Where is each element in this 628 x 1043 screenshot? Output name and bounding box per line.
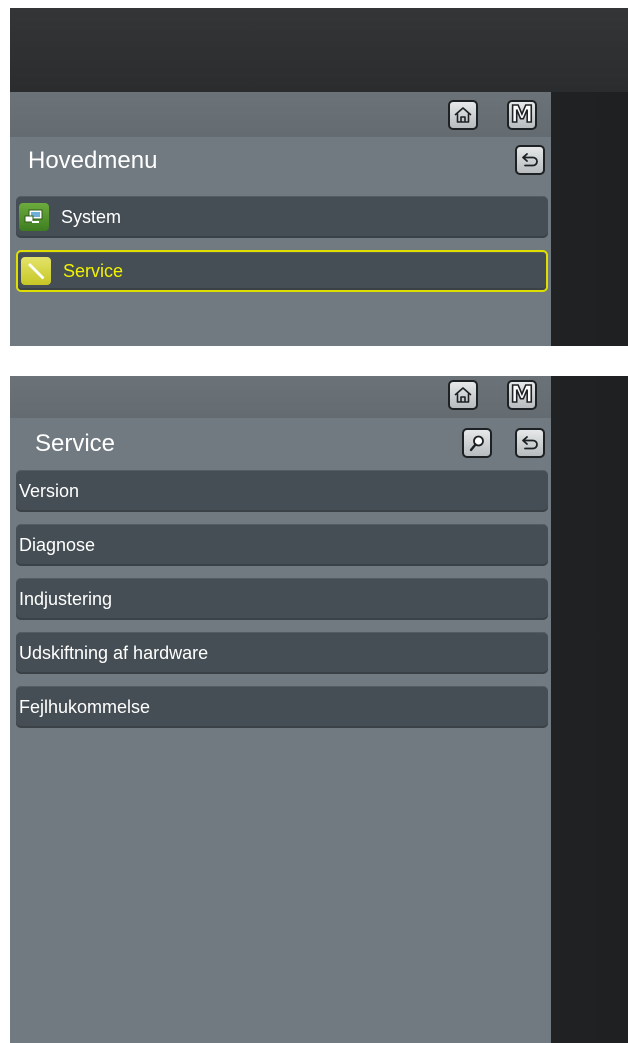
system-icon [19, 203, 49, 231]
search-icon [469, 435, 484, 452]
home-button[interactable] [448, 380, 478, 410]
m-icon: M [510, 381, 534, 408]
search-button[interactable] [462, 428, 492, 458]
back-icon [522, 153, 538, 167]
top-bar: M [10, 92, 551, 137]
home-button[interactable] [448, 100, 478, 130]
home-icon [454, 387, 472, 403]
menu-item-label: Version [19, 480, 80, 501]
menu-item-version[interactable]: Version [16, 470, 548, 512]
main-menu-screen: M Hovedmenu System Service [10, 92, 551, 346]
m-button[interactable]: M [507, 100, 537, 130]
top-bar: M [10, 376, 551, 418]
screenshot-service-menu: M Service Version Diagnose Indjustering … [10, 376, 628, 1043]
menu-item-fault-memory[interactable]: Fejlhukommelse [16, 686, 548, 728]
home-icon [454, 107, 472, 123]
bezel-top [10, 8, 628, 92]
m-button[interactable]: M [507, 380, 537, 410]
menu-item-indjustering[interactable]: Indjustering [16, 578, 548, 620]
service-screen: M Service Version Diagnose Indjustering … [10, 376, 551, 1043]
wrench-icon [21, 257, 51, 285]
menu-item-service[interactable]: Service [16, 250, 548, 292]
screenshot-main-menu: M Hovedmenu System Service [10, 8, 628, 346]
back-button[interactable] [515, 145, 545, 175]
menu-item-hardware-replacement[interactable]: Udskiftning af hardware [16, 632, 548, 674]
page-title: Service [35, 430, 116, 457]
back-button[interactable] [515, 428, 545, 458]
menu-item-label: System [61, 206, 122, 227]
menu-item-label: Service [63, 260, 124, 281]
menu-item-system[interactable]: System [16, 196, 548, 238]
back-icon [522, 436, 538, 450]
menu-item-label: Fejlhukommelse [19, 696, 151, 717]
menu-item-label: Udskiftning af hardware [19, 642, 209, 663]
m-icon: M [510, 101, 534, 128]
menu-item-label: Diagnose [19, 534, 96, 555]
page-title: Hovedmenu [28, 147, 158, 174]
menu-item-label: Indjustering [19, 588, 113, 609]
menu-item-diagnose[interactable]: Diagnose [16, 524, 548, 566]
